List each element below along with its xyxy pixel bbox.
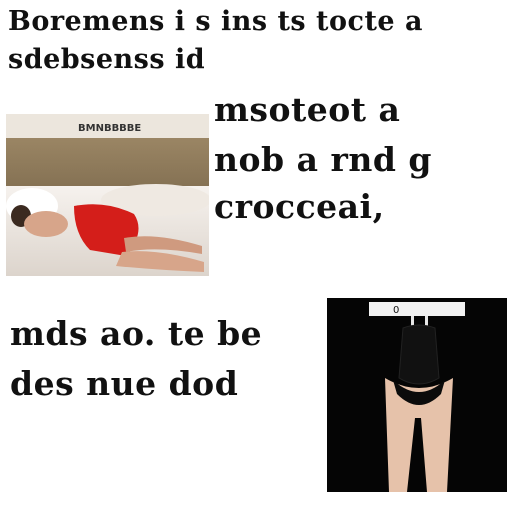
bodysuit	[398, 324, 440, 385]
lower-text-line-2: des nue dod	[10, 364, 239, 403]
heading-line-2: sdebsenss id	[8, 44, 206, 75]
middle-text-line-3: crocceai,	[214, 187, 385, 226]
lower-text-line-1: mds ao. te be	[10, 314, 263, 353]
top-tag	[369, 302, 465, 316]
torso	[24, 211, 68, 237]
middle-text-line-2: nob a rnd g	[214, 140, 432, 179]
middle-text-line-1: msoteot a	[214, 90, 401, 129]
tag-text: 0	[393, 305, 399, 316]
photo-top-caption: BMNBBBBE	[78, 123, 141, 134]
heading-line-1: Boremens i s ins ts tocte a	[8, 6, 423, 37]
photo-bottom: 0	[327, 298, 507, 492]
photo-top: BMNBBBBE	[6, 114, 209, 276]
